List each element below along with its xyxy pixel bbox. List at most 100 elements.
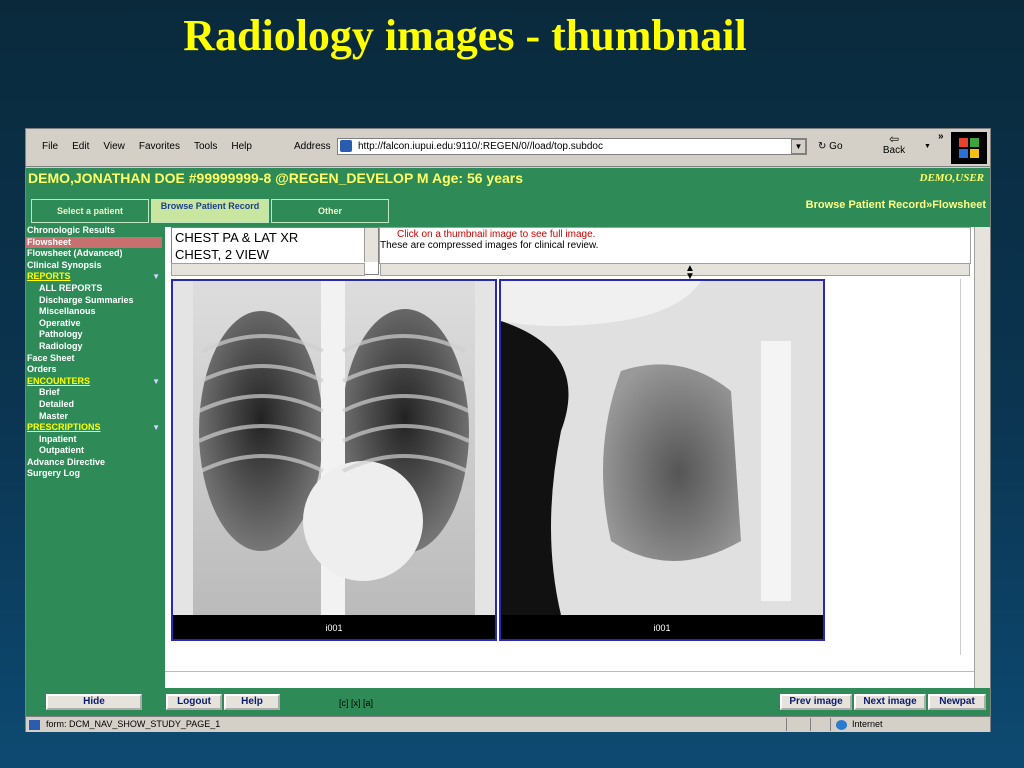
sidebar-nav: Chronologic Results Flowsheet Flowsheet (A… — [26, 225, 163, 675]
menu-tools[interactable]: Tools — [194, 141, 217, 152]
thumbnail-lateral[interactable]: i001 — [499, 279, 825, 641]
sidebar-item-discharge-summaries[interactable]: Discharge Summaries — [26, 295, 163, 307]
sidebar-item-pathology[interactable]: Pathology — [26, 329, 163, 341]
go-label: Go — [829, 141, 843, 152]
menu-view[interactable]: View — [103, 141, 125, 152]
sidebar-item-label: Surgery Log — [27, 468, 81, 479]
sidebar-item-master[interactable]: Master — [26, 411, 163, 423]
status-divider — [786, 718, 787, 731]
status-bar: form: DCM_NAV_SHOW_STUDY_PAGE_1 Internet — [26, 716, 990, 732]
status-divider — [810, 718, 811, 731]
sidebar-item-label: Flowsheet — [27, 236, 72, 247]
image-frame-vscrollbar[interactable] — [960, 279, 972, 655]
mini-links[interactable]: [c] [x] [a] — [339, 698, 373, 708]
tab-select-patient[interactable]: Select a patient — [31, 199, 149, 223]
sidebar-item-encounters[interactable]: ENCOUNTERS ▼ — [26, 376, 163, 388]
thumbnail-label: i001 — [653, 623, 671, 633]
sidebar-item-outpatient[interactable]: Outpatient — [26, 445, 163, 457]
sidebar-item-clinical-synopsis[interactable]: Clinical Synopsis — [26, 260, 163, 272]
sidebar-item-label: Advance Directive — [27, 456, 106, 467]
message-hscrollbar[interactable] — [380, 263, 970, 276]
slide-title: Radiology images - thumbnail — [183, 11, 747, 60]
toolbar-more-button[interactable]: » — [938, 131, 944, 142]
image-frame-hscrollbar[interactable] — [165, 671, 974, 686]
sidebar-item-prescriptions[interactable]: PRESCRIPTIONS ▼ — [26, 422, 163, 434]
sidebar-item-label: PRESCRIPTIONS — [27, 422, 101, 433]
tab-other[interactable]: Other — [271, 199, 389, 223]
sidebar-item-label: Detailed — [39, 398, 75, 409]
help-button[interactable]: Help — [224, 694, 280, 710]
menu-help[interactable]: Help — [231, 141, 252, 152]
zone-label: Internet — [852, 719, 883, 729]
sidebar-item-reports[interactable]: REPORTS ▼ — [26, 271, 163, 283]
sidebar-item-detailed[interactable]: Detailed — [26, 399, 163, 411]
internet-zone-icon — [836, 720, 847, 730]
sidebar-item-radiology[interactable]: Radiology — [26, 341, 163, 353]
address-input[interactable]: http://falcon.iupui.edu:9110/:REGEN/0//l… — [337, 138, 807, 155]
sidebar-item-label: REPORTS — [27, 271, 71, 282]
sidebar-item-label: Clinical Synopsis — [27, 259, 102, 270]
sidebar-item-chronologic-results[interactable]: Chronologic Results — [26, 225, 163, 237]
page-vscrollbar[interactable] — [974, 227, 990, 688]
browser-toolbar: File Edit View Favorites Tools Help Addr… — [26, 129, 990, 167]
sidebar-item-label: Flowsheet (Advanced) — [27, 248, 123, 259]
go-icon: ↻ — [818, 141, 827, 152]
study-item[interactable]: CHEST PA & LAT XR — [175, 229, 375, 246]
sidebar-item-flowsheet[interactable]: Flowsheet — [26, 236, 162, 249]
menu-edit[interactable]: Edit — [72, 141, 89, 152]
logout-button[interactable]: Logout — [166, 694, 222, 710]
next-image-button[interactable]: Next image — [854, 694, 926, 710]
chevron-down-icon[interactable]: ▼ — [152, 422, 160, 434]
app-frame: DEMO,JONATHAN DOE #99999999-8 @REGEN_DEV… — [26, 168, 990, 716]
browser-window: File Edit View Favorites Tools Help Addr… — [25, 128, 991, 732]
back-dropdown-icon[interactable]: ▼ — [924, 143, 931, 150]
listbox-hscrollbar[interactable] — [171, 263, 365, 276]
prev-image-button[interactable]: Prev image — [780, 694, 852, 710]
sidebar-item-all-reports[interactable]: ALL REPORTS — [26, 283, 163, 295]
sidebar-item-label: Discharge Summaries — [39, 294, 134, 305]
back-arrow-icon: ⇦ — [888, 132, 900, 146]
breadcrumb: Browse Patient Record»Flowsheet — [805, 199, 986, 211]
sidebar-item-label: Master — [39, 410, 69, 421]
chevron-down-icon[interactable]: ▼ — [152, 376, 160, 388]
sidebar-item-label: Brief — [39, 387, 60, 398]
menu-favorites[interactable]: Favorites — [139, 141, 180, 152]
sidebar-item-label: Operative — [39, 317, 81, 328]
address-label: Address — [294, 141, 331, 152]
newpat-button[interactable]: Newpat — [928, 694, 986, 710]
sidebar-item-label: Chronologic Results — [27, 225, 116, 235]
sidebar-item-label: Outpatient — [39, 445, 84, 456]
menu-bar: File Edit View Favorites Tools Help — [42, 141, 252, 152]
menu-file[interactable]: File — [42, 141, 58, 152]
sidebar-item-orders[interactable]: Orders — [26, 364, 163, 376]
study-item[interactable]: CHEST, 2 VIEW — [175, 246, 375, 263]
thumbnail-label: i001 — [325, 623, 343, 633]
listbox-scrollbar[interactable] — [364, 228, 378, 262]
sidebar-item-operative[interactable]: Operative — [26, 318, 163, 330]
tab-browse-patient-record[interactable]: Browse Patient Record — [151, 199, 269, 223]
sidebar-item-label: Inpatient — [39, 433, 77, 444]
sidebar-item-label: Radiology — [39, 340, 83, 351]
page-status-icon — [29, 720, 40, 730]
lateral-xray-image — [501, 281, 823, 615]
address-dropdown-button[interactable]: ▼ — [791, 139, 806, 154]
sidebar-item-label: Miscellanous — [39, 306, 96, 317]
sidebar-item-surgery-log[interactable]: Surgery Log — [26, 468, 163, 480]
sidebar-item-advance-directive[interactable]: Advance Directive — [26, 457, 163, 469]
windows-logo-icon — [951, 132, 987, 164]
sidebar-item-brief[interactable]: Brief — [26, 387, 163, 399]
hide-button[interactable]: Hide — [46, 694, 142, 710]
sidebar-item-inpatient[interactable]: Inpatient — [26, 434, 163, 446]
thumbnail-frontal[interactable]: i001 — [171, 279, 497, 641]
sidebar-item-label: Pathology — [39, 329, 83, 340]
sidebar-item-label: Face Sheet — [27, 352, 75, 363]
sidebar-item-miscellanous[interactable]: Miscellanous — [26, 306, 163, 318]
content-pane: CHEST PA & LAT XR CHEST, 2 VIEW Click on… — [165, 227, 990, 688]
go-button[interactable]: ↻ Go — [818, 141, 843, 152]
sidebar-item-label: Orders — [27, 364, 57, 375]
sidebar-item-face-sheet[interactable]: Face Sheet — [26, 353, 163, 365]
frontal-xray-image — [173, 281, 495, 615]
chevron-down-icon[interactable]: ▼ — [152, 271, 160, 283]
back-button[interactable]: ⇦ Back — [878, 133, 910, 156]
sidebar-item-flowsheet-advanced[interactable]: Flowsheet (Advanced) — [26, 248, 163, 260]
